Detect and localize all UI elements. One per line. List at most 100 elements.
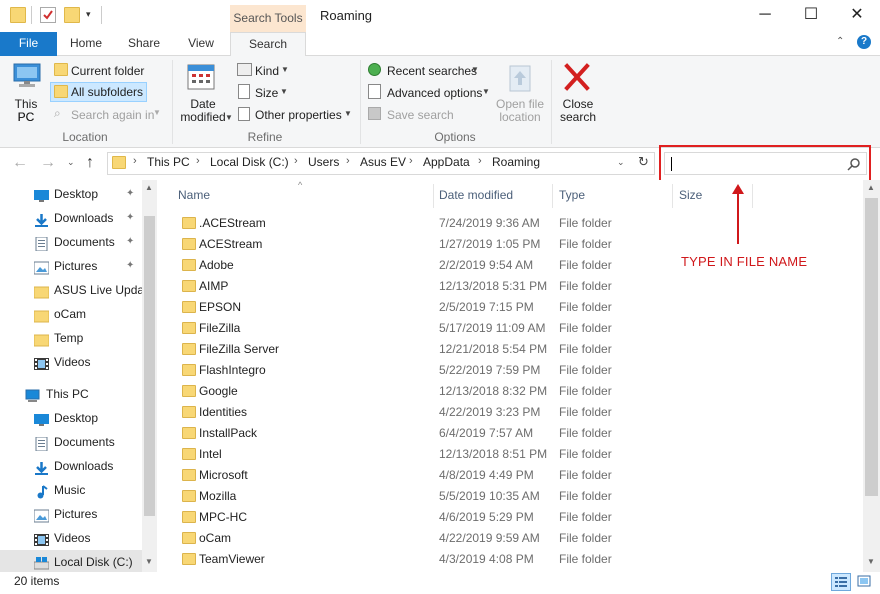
file-list-scroll-thumb[interactable] [865,198,878,496]
folder-icon [182,385,196,397]
breadcrumb-separator[interactable]: › [196,155,200,167]
minimize-button[interactable]: ─ [742,0,788,32]
nav-item-pictures[interactable]: Pictures [0,502,142,526]
tab-file[interactable]: File [0,32,57,56]
table-row[interactable]: oCam 4/22/2019 9:59 AM File folder [176,528,856,549]
table-row[interactable]: EPSON 2/5/2019 7:15 PM File folder [176,297,856,318]
nav-item-local-disk-c-[interactable]: Local Disk (C:) [0,550,142,574]
close-window-button[interactable]: ✕ [834,0,880,32]
table-row[interactable]: Intel 12/13/2018 8:51 PM File folder [176,444,856,465]
tab-home[interactable]: Home [60,32,112,56]
breadcrumb-separator[interactable]: › [346,155,350,167]
column-divider[interactable] [433,184,434,208]
tab-share[interactable]: Share [118,32,170,56]
nav-item-downloads[interactable]: Downloads [0,454,142,478]
collapse-ribbon-icon[interactable]: ⌃ [836,36,844,47]
properties-icon[interactable] [40,7,56,23]
new-folder-icon[interactable] [64,7,80,23]
breadcrumb-asus-ev[interactable]: Asus EV [360,155,406,169]
size-button[interactable]: Size ▼ [236,83,296,102]
details-view-button[interactable] [831,573,851,591]
back-arrow-icon[interactable]: ← [12,154,28,172]
refresh-icon[interactable]: ↻ [638,154,649,170]
table-row[interactable]: ACEStream 1/27/2019 1:05 PM File folder [176,234,856,255]
table-row[interactable]: Google 12/13/2018 8:32 PM File folder [176,381,856,402]
nav-item-temp[interactable]: Temp [0,326,142,350]
save-search-button[interactable]: Save search [366,105,456,124]
breadcrumb-separator[interactable]: › [133,155,137,167]
column-header-size[interactable]: Size [679,188,702,202]
open-file-location-button[interactable] [505,62,539,96]
recent-locations-chevron-icon[interactable]: ⌄ [67,157,75,168]
column-divider[interactable] [672,184,673,208]
breadcrumb-appdata[interactable]: AppData [423,155,470,169]
nav-item-downloads[interactable]: Downloads ✦ [0,206,142,230]
this-pc-button[interactable] [11,62,43,100]
table-row[interactable]: FlashIntegro 5/22/2019 7:59 PM File folder [176,360,856,381]
table-row[interactable]: Mozilla 5/5/2019 10:35 AM File folder [176,486,856,507]
table-row[interactable]: InstallPack 6/4/2019 7:57 AM File folder [176,423,856,444]
nav-item-this-pc[interactable]: This PC [0,382,142,406]
large-icons-view-button[interactable] [855,573,875,591]
table-row[interactable]: Microsoft 4/8/2019 4:49 PM File folder [176,465,856,486]
address-dropdown-chevron-icon[interactable]: ⌄ [617,157,625,168]
tab-view[interactable]: View [175,32,227,56]
column-header-type[interactable]: Type [559,188,585,202]
file-date-modified: 12/21/2018 5:54 PM [439,342,548,356]
recent-searches-button[interactable]: Recent searches ▼ [366,61,484,80]
breadcrumb-this-pc[interactable]: This PC [147,155,190,169]
location-group-label: Location [62,130,108,144]
scroll-up-icon[interactable]: ▲ [145,183,153,192]
nav-item-documents[interactable]: Documents ✦ [0,230,142,254]
column-divider[interactable] [552,184,553,208]
nav-item-music[interactable]: Music [0,478,142,502]
breadcrumb-local-disk[interactable]: Local Disk (C:) [210,155,289,169]
folder-icon [112,156,126,169]
breadcrumb-users[interactable]: Users [308,155,339,169]
close-search-button[interactable] [562,62,594,94]
tab-search[interactable]: Search [230,32,306,57]
nav-item-pictures[interactable]: Pictures ✦ [0,254,142,278]
table-row[interactable]: TeamViewer 4/3/2019 4:08 PM File folder [176,549,856,570]
nav-item-videos[interactable]: Videos [0,350,142,374]
nav-item-label: Local Disk (C:) [54,555,133,569]
table-row[interactable]: FileZilla Server 12/21/2018 5:54 PM File f… [176,339,856,360]
nav-item-documents[interactable]: Documents [0,430,142,454]
breadcrumb-separator[interactable]: › [409,155,413,167]
maximize-button[interactable]: ☐ [788,0,834,32]
column-divider[interactable] [752,184,753,208]
nav-pane-scroll-thumb[interactable] [144,216,155,516]
table-row[interactable]: MPC-HC 4/6/2019 5:29 PM File folder [176,507,856,528]
table-row[interactable]: AIMP 12/13/2018 5:31 PM File folder [176,276,856,297]
up-arrow-icon[interactable]: ↑ [86,154,94,172]
search-again-in-button[interactable]: ⌕ Search again in ▼ [50,105,162,124]
nav-item-videos[interactable]: Videos [0,526,142,550]
scroll-down-icon[interactable]: ▼ [867,557,875,566]
other-properties-button[interactable]: Other properties ▼ [236,105,356,124]
table-row[interactable]: Identities 4/22/2019 3:23 PM File folder [176,402,856,423]
nav-item-ocam[interactable]: oCam [0,302,142,326]
column-header-date-modified[interactable]: Date modified [439,188,513,202]
current-folder-button[interactable]: Current folder [50,61,147,80]
scroll-down-icon[interactable]: ▼ [145,557,153,566]
help-icon[interactable]: ? [857,35,871,49]
kind-button[interactable]: Kind ▼ [236,61,296,80]
date-modified-button[interactable] [186,62,220,96]
table-row[interactable]: .ACEStream 7/24/2019 9:36 AM File folder [176,213,856,234]
forward-arrow-icon[interactable]: → [40,154,56,172]
nav-item-desktop[interactable]: Desktop ✦ [0,182,142,206]
breadcrumb-roaming[interactable]: Roaming [492,155,540,169]
column-header-name[interactable]: Name [178,188,210,202]
advanced-options-button[interactable]: Advanced options ▼ [366,83,496,102]
folder-icon [182,259,196,271]
customize-quick-access-icon[interactable]: ▾ [86,9,91,20]
nav-item-label: Downloads [54,211,114,225]
nav-item-desktop[interactable]: Desktop [0,406,142,430]
nav-item-asus-live-updat[interactable]: ASUS Live Updat [0,278,142,302]
scroll-up-icon[interactable]: ▲ [867,183,875,192]
breadcrumb-separator[interactable]: › [294,155,298,167]
item-count: 20 items [14,574,60,588]
all-subfolders-button[interactable]: All subfolders [50,82,147,102]
table-row[interactable]: FileZilla 5/17/2019 11:09 AM File folder [176,318,856,339]
breadcrumb-separator[interactable]: › [478,155,482,167]
